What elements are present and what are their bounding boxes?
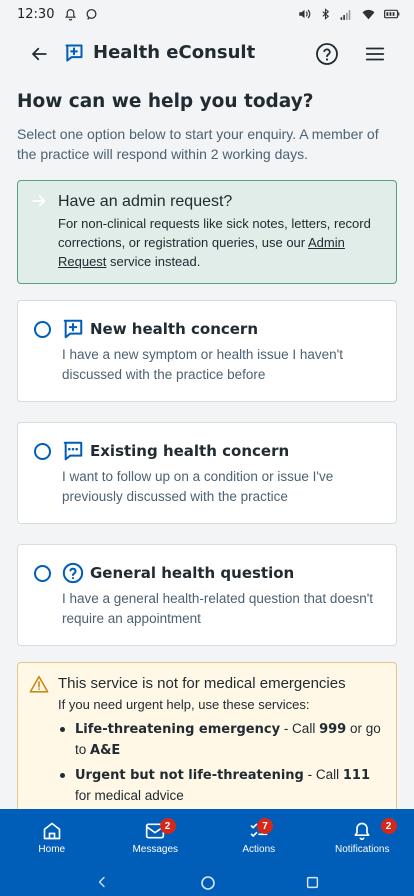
help-circle-icon (316, 43, 338, 65)
status-time: 12:30 (17, 6, 55, 22)
item-mid: - Call (303, 767, 343, 782)
battery-icon (384, 9, 400, 19)
option-new-health-concern[interactable]: New health concern I have a new symptom … (17, 300, 397, 402)
wifi-icon (362, 9, 375, 19)
item-tail: for medical advice (75, 788, 184, 803)
list-item: Life-threatening emergency - Call 999 or… (58, 719, 388, 761)
chat-dots-icon (63, 441, 83, 461)
admin-request-callout: Have an admin request? For non-clinical … (17, 180, 397, 284)
option-description: I have a new symptom or health issue I h… (62, 347, 343, 382)
help-button[interactable] (315, 42, 339, 66)
back-button[interactable] (26, 42, 52, 66)
nav-home[interactable]: Home (0, 809, 104, 867)
chat-plus-icon (63, 319, 83, 339)
admin-body-end: service instead. (106, 254, 201, 269)
item-strong: Life-threatening emergency (75, 722, 281, 737)
page-title: How can we help you today? (17, 91, 314, 112)
arrow-left-icon (32, 47, 47, 61)
nav-label: Notifications (335, 844, 390, 855)
hamburger-menu-icon (365, 47, 385, 61)
system-home-icon[interactable] (200, 875, 216, 891)
item-mid: - Call (280, 721, 320, 736)
nav-label: Messages (132, 844, 179, 855)
system-recents-icon[interactable] (306, 876, 319, 889)
radio-general-health-question[interactable] (34, 565, 51, 582)
admin-title: Have an admin request? (58, 193, 233, 210)
chat-plus-icon (65, 44, 83, 61)
admin-body: For non-clinical requests like sick note… (58, 214, 388, 271)
bell-icon (354, 822, 370, 841)
app-bar: Health eConsult (0, 34, 414, 74)
app-brand: Health eConsult (64, 42, 255, 63)
main-content: How can we help you today? Select one op… (17, 88, 397, 822)
option-description: I have a general health-related question… (62, 591, 374, 626)
question-circle-icon (62, 562, 84, 584)
page-intro: Select one option below to start your en… (17, 126, 379, 162)
item-strong: Urgent but not life-threatening (75, 768, 304, 783)
nav-actions[interactable]: Actions 7 (207, 809, 311, 867)
volume-icon (299, 9, 311, 19)
radio-new-health-concern[interactable] (34, 321, 51, 338)
system-back-icon[interactable] (96, 875, 108, 889)
arrow-right-icon (32, 195, 46, 207)
notifications-badge: 2 (380, 818, 397, 834)
home-icon (43, 822, 61, 840)
bluetooth-icon (322, 8, 330, 20)
item-number: 999 (319, 722, 347, 737)
item-tail-strong: A&E (90, 743, 121, 758)
bottom-nav: Home Messages 2 Actions 7 Notifications … (0, 809, 414, 867)
nav-notifications[interactable]: Notifications 2 (311, 809, 414, 867)
warning-title: This service is not for medical emergenc… (58, 675, 346, 692)
actions-badge: 7 (257, 818, 273, 834)
item-number: 111 (342, 768, 371, 783)
option-description: I want to follow up on a condition or is… (62, 469, 334, 504)
option-title: New health concern (90, 320, 259, 338)
warning-subtitle: If you need urgent help, use these servi… (58, 697, 310, 712)
menu-button[interactable] (364, 43, 386, 65)
chat-bubble-icon (86, 8, 97, 20)
option-general-health-question[interactable]: General health question I have a general… (17, 544, 397, 646)
status-bar: 12:30 (0, 0, 414, 28)
messages-badge: 2 (159, 818, 176, 834)
radio-existing-health-concern[interactable] (34, 443, 51, 460)
option-title: Existing health concern (90, 442, 290, 460)
warning-triangle-icon (29, 675, 49, 693)
emergency-warning-callout: This service is not for medical emergenc… (17, 662, 397, 822)
option-title: General health question (90, 564, 295, 582)
signal-icon (340, 9, 351, 20)
system-nav-bar (0, 867, 414, 896)
nav-label: Home (38, 844, 66, 855)
nav-messages[interactable]: Messages 2 (104, 809, 208, 867)
nav-label: Actions (242, 844, 276, 855)
app-title: Health eConsult (93, 42, 256, 63)
option-existing-health-concern[interactable]: Existing health concern I want to follow… (17, 422, 397, 524)
list-item: Urgent but not life-threatening - Call 1… (58, 765, 388, 806)
notification-bell-icon (65, 8, 77, 21)
emergency-services-list: Life-threatening emergency - Call 999 or… (58, 719, 388, 810)
